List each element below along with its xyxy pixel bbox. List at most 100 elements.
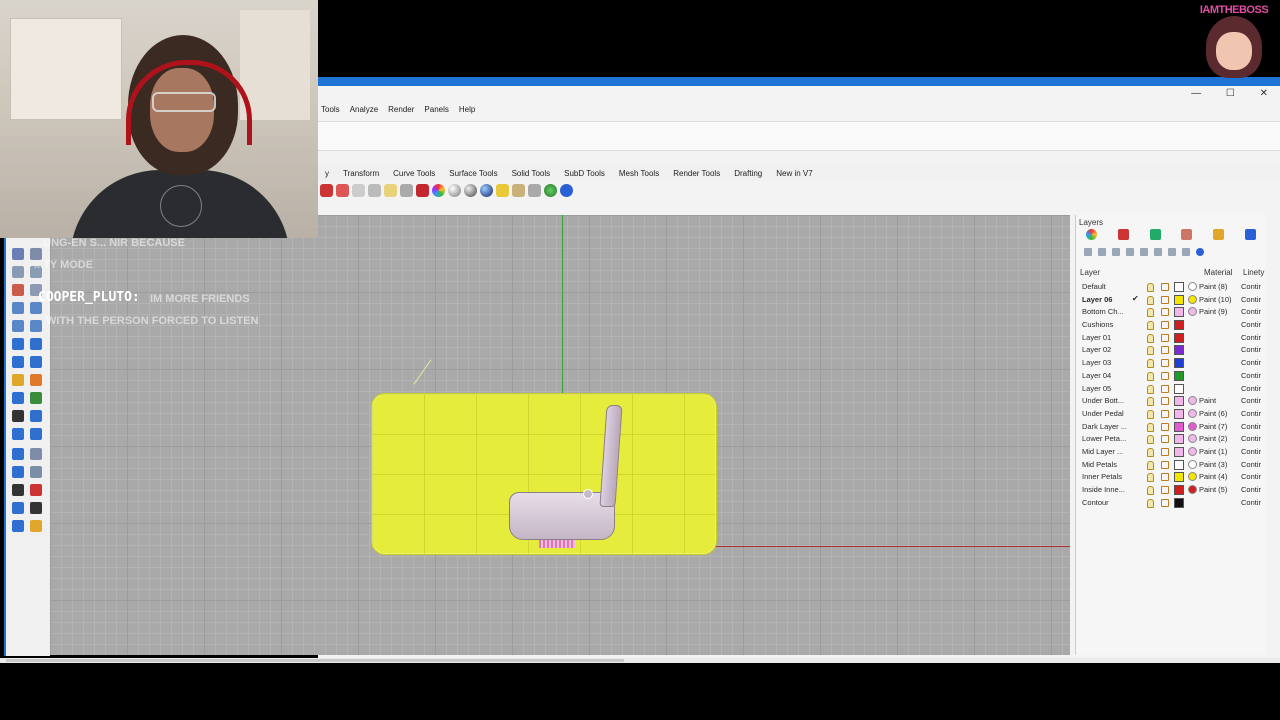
layer-color-swatch[interactable] xyxy=(1174,307,1184,318)
layer-color-swatch[interactable] xyxy=(1174,396,1184,407)
layer-color-swatch[interactable] xyxy=(1174,282,1184,292)
fillet-icon[interactable] xyxy=(12,320,24,332)
display-tab-icon[interactable] xyxy=(1149,229,1161,240)
layer-row[interactable]: Layer 05 Contir xyxy=(1076,383,1266,396)
dimension-tool-icon[interactable] xyxy=(30,448,42,460)
lock-icon[interactable] xyxy=(1161,447,1169,456)
layer-name[interactable]: Mid Petals xyxy=(1082,460,1117,469)
layer-linetype[interactable]: Contir xyxy=(1241,422,1261,431)
menu-panels[interactable]: Panels xyxy=(424,105,448,119)
layer-color-swatch[interactable] xyxy=(1174,408,1184,419)
layer-color-swatch[interactable] xyxy=(1174,497,1184,508)
options-icon[interactable] xyxy=(544,183,557,197)
layer-linetype[interactable]: Contir xyxy=(1241,371,1261,380)
layer-linetype[interactable]: Contir xyxy=(1241,282,1261,291)
layer-color-swatch[interactable] xyxy=(1174,434,1184,445)
layer-linetype[interactable]: Contir xyxy=(1241,307,1261,316)
layer-linetype[interactable]: Contir xyxy=(1241,345,1261,354)
layer-name[interactable]: Under Pedal xyxy=(1082,409,1124,418)
layer-row[interactable]: Dark Layer ... Paint (7) Contir xyxy=(1076,421,1266,434)
layer-name[interactable]: Layer 05 xyxy=(1082,384,1111,393)
rectangle-icon[interactable] xyxy=(12,284,24,296)
lock-icon[interactable] xyxy=(1161,283,1169,291)
layer-material[interactable]: Paint (6) xyxy=(1199,409,1227,418)
material-sphere-icon[interactable] xyxy=(1188,396,1197,406)
menu-tools[interactable]: Tools xyxy=(321,105,340,119)
layer-name[interactable]: Layer 02 xyxy=(1082,345,1111,354)
move-down-icon[interactable] xyxy=(1140,248,1148,256)
layer-row[interactable]: Lower Peta... Paint (2) Contir xyxy=(1076,433,1266,446)
layer-name[interactable]: Inner Petals xyxy=(1082,472,1122,481)
tab-new-in-v7[interactable]: New in V7 xyxy=(769,165,819,181)
layer-color-swatch[interactable] xyxy=(1174,485,1184,495)
history-icon[interactable] xyxy=(12,502,24,514)
layer-linetype[interactable]: Contir xyxy=(1241,320,1261,329)
material-sphere-icon[interactable] xyxy=(1188,421,1197,431)
array-icon[interactable] xyxy=(30,484,42,496)
visibility-bulb-icon[interactable] xyxy=(1147,473,1154,483)
layer-linetype[interactable]: Contir xyxy=(1241,333,1261,342)
layer-name[interactable]: Layer 03 xyxy=(1082,358,1111,367)
layer-linetype[interactable]: Contir xyxy=(1241,460,1261,469)
offset-icon[interactable] xyxy=(30,320,42,332)
layer-linetype[interactable]: Contir xyxy=(1241,498,1261,507)
layer-color-swatch[interactable] xyxy=(1174,345,1184,356)
layer-name[interactable]: Cushions xyxy=(1082,320,1113,329)
layer-material[interactable]: Paint (10) xyxy=(1199,295,1232,304)
select-icon[interactable] xyxy=(320,183,333,197)
layer-row[interactable]: Default Paint (8) Contir xyxy=(1076,281,1266,294)
layer-row[interactable]: Layer 03 Contir xyxy=(1076,357,1266,370)
lock-icon[interactable] xyxy=(1161,435,1169,444)
layer-row[interactable]: Bottom Ch... Paint (9) Contir xyxy=(1076,306,1266,319)
layer-help-icon[interactable] xyxy=(1196,248,1204,256)
material-sphere-icon[interactable] xyxy=(1188,294,1197,304)
layer-color-swatch[interactable] xyxy=(1174,472,1184,483)
visibility-bulb-icon[interactable] xyxy=(1147,447,1154,457)
filter-icon[interactable] xyxy=(1168,248,1176,256)
render-icon[interactable] xyxy=(30,520,42,532)
tab-surface-tools[interactable]: Surface Tools xyxy=(442,165,504,181)
visibility-bulb-icon[interactable] xyxy=(1147,486,1154,495)
material-sphere-icon[interactable] xyxy=(1188,446,1197,456)
layer-material[interactable]: Paint (2) xyxy=(1199,434,1227,443)
lock-icon[interactable] xyxy=(1161,397,1169,406)
dimension-icon[interactable] xyxy=(496,183,509,197)
tab-transform[interactable]: Transform xyxy=(336,165,386,181)
visibility-bulb-icon[interactable] xyxy=(1147,283,1154,292)
layers-tab-icon[interactable] xyxy=(1117,229,1129,240)
layer-name[interactable]: Default xyxy=(1082,282,1106,291)
lock-icon[interactable] xyxy=(1161,308,1169,317)
layer-name[interactable]: Layer 04 xyxy=(1082,371,1111,380)
help-tab-icon[interactable] xyxy=(1181,229,1193,240)
visibility-bulb-icon[interactable] xyxy=(1147,333,1154,343)
material-sphere-icon[interactable] xyxy=(1188,282,1197,291)
layer-linetype[interactable]: Contir xyxy=(1241,358,1261,367)
layer-row[interactable]: Cushions Contir xyxy=(1076,319,1266,332)
layer-row[interactable]: Inside Inne... Paint (5) Contir xyxy=(1076,484,1266,497)
mesh-icon[interactable] xyxy=(12,466,24,478)
surface-icon[interactable] xyxy=(12,338,24,350)
text-icon[interactable] xyxy=(12,448,24,460)
layer-material[interactable]: Paint (7) xyxy=(1199,422,1227,431)
menu-analyze[interactable]: Analyze xyxy=(350,105,378,119)
command-area[interactable] xyxy=(318,121,1280,151)
lock-icon[interactable] xyxy=(1161,321,1169,330)
layer-linetype[interactable]: Contir xyxy=(1241,434,1261,443)
grid-tool-icon[interactable] xyxy=(12,484,24,496)
tools-icon[interactable] xyxy=(1182,248,1190,256)
linetype-column-header[interactable]: Linety xyxy=(1243,268,1264,277)
gumball-icon[interactable] xyxy=(30,374,42,386)
split-icon[interactable] xyxy=(30,410,42,422)
join-icon[interactable] xyxy=(12,428,24,440)
layer-name[interactable]: Layer 06 xyxy=(1082,295,1112,304)
visibility-bulb-icon[interactable] xyxy=(1147,371,1154,381)
lock-icon[interactable] xyxy=(1161,333,1169,342)
layer-color-swatch[interactable] xyxy=(1174,383,1184,394)
rotate-icon[interactable] xyxy=(30,392,42,404)
menu-render[interactable]: Render xyxy=(388,105,414,119)
hide-icon[interactable] xyxy=(352,183,365,197)
visibility-bulb-icon[interactable] xyxy=(1147,384,1154,394)
boolean-icon[interactable] xyxy=(12,410,24,422)
render-sphere-icon[interactable] xyxy=(448,183,461,197)
explode-icon[interactable] xyxy=(30,428,42,440)
